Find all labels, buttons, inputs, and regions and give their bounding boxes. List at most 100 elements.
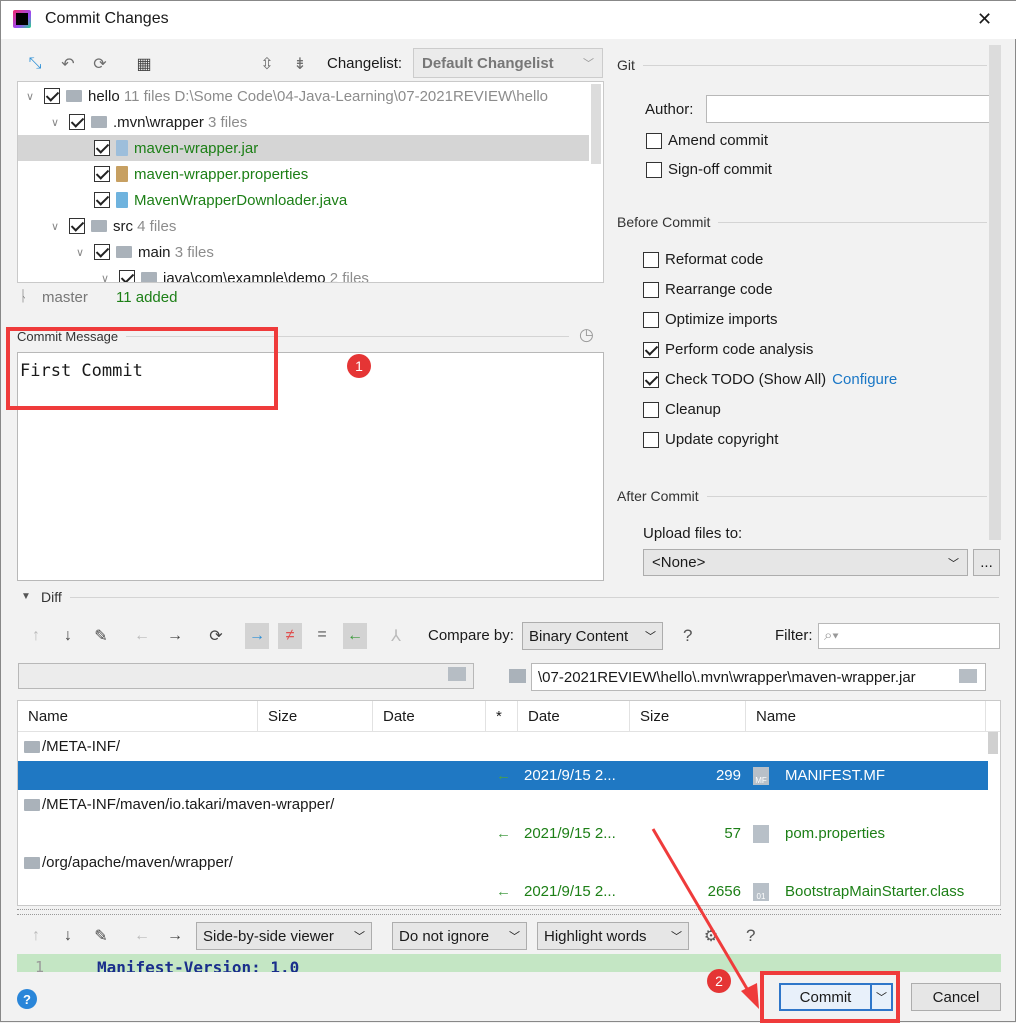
file-row[interactable]: ← 2021/9/15 2... 57 pom.properties: [18, 819, 988, 848]
whitespace-dropdown[interactable]: Do not ignore ﹀: [392, 922, 527, 950]
chevron-down-icon[interactable]: ∨: [76, 246, 94, 259]
changelist-dropdown[interactable]: Default Changelist ﹀: [413, 48, 603, 78]
collapse-all-icon[interactable]: ⇟: [288, 52, 312, 76]
table-scrollbar[interactable]: [988, 732, 998, 754]
option-checkbox[interactable]: [643, 431, 659, 448]
refresh-icon[interactable]: ⟳: [88, 52, 112, 76]
tree-item[interactable]: maven-wrapper.jar: [18, 135, 589, 161]
right-path-field[interactable]: \07-2021REVIEW\hello\.mvn\wrapper\maven-…: [531, 663, 986, 691]
equal-icon[interactable]: =: [310, 623, 334, 647]
tree-checkbox[interactable]: [44, 88, 60, 104]
tree-scrollbar[interactable]: [591, 84, 601, 164]
right-panel-scrollbar[interactable]: [989, 45, 1001, 540]
next-diff-icon[interactable]: ↓: [56, 624, 80, 648]
tree-checkbox[interactable]: [119, 270, 135, 282]
tree-checkbox[interactable]: [94, 140, 110, 156]
merge-icon[interactable]: ⅄: [384, 624, 408, 648]
column-header[interactable]: Date: [373, 701, 486, 731]
column-header[interactable]: Date: [518, 701, 630, 731]
tree-item[interactable]: ∨ java\com\example\demo 2 files: [18, 265, 589, 283]
prev-diff-icon[interactable]: ↑: [24, 624, 48, 648]
column-header[interactable]: Name: [18, 701, 258, 731]
chevron-down-icon[interactable]: ∨: [101, 272, 119, 283]
tree-checkbox[interactable]: [94, 192, 110, 208]
before-commit-option[interactable]: Cleanup: [643, 401, 721, 418]
tree-item[interactable]: ∨ hello 11 files D:\Some Code\04-Java-Lea…: [18, 83, 589, 109]
diff-toggle-icon[interactable]: ▼: [21, 591, 31, 602]
upload-more-button[interactable]: ...: [973, 549, 1000, 576]
edit-icon[interactable]: ✎: [89, 624, 113, 648]
collapse-arrows-icon[interactable]: ⤡: [23, 52, 47, 76]
refresh-diff-icon[interactable]: ⟳: [204, 624, 228, 648]
option-checkbox[interactable]: [643, 401, 659, 418]
tree-item[interactable]: ∨ .mvn\wrapper 3 files: [18, 109, 589, 135]
undo-icon[interactable]: ↶: [56, 52, 80, 76]
left-path-field[interactable]: [18, 663, 474, 689]
option-checkbox[interactable]: [643, 311, 659, 328]
folder-row[interactable]: /org/apache/maven/wrapper/: [18, 848, 988, 877]
forward-icon[interactable]: →: [163, 924, 187, 948]
close-button[interactable]: ✕: [977, 9, 992, 30]
chevron-down-icon[interactable]: ∨: [51, 220, 69, 233]
back-icon[interactable]: ←: [130, 924, 154, 948]
history-icon[interactable]: ◷: [579, 325, 594, 345]
prev-diff-icon[interactable]: ↑: [24, 924, 48, 948]
tree-item[interactable]: maven-wrapper.properties: [18, 161, 589, 187]
changes-tree[interactable]: ∨ hello 11 files D:\Some Code\04-Java-Lea…: [17, 81, 604, 283]
show-left-icon[interactable]: ←: [343, 623, 367, 649]
option-label: Rearrange code: [665, 281, 773, 298]
file-row[interactable]: ← 2021/9/15 2... 299 MF MANIFEST.MF: [18, 761, 988, 790]
viewer-dropdown[interactable]: Side-by-side viewer ﹀: [196, 922, 372, 950]
tree-checkbox[interactable]: [69, 218, 85, 234]
option-checkbox[interactable]: [643, 281, 659, 298]
tree-checkbox[interactable]: [69, 114, 85, 130]
column-header[interactable]: Size: [258, 701, 373, 731]
configure-link[interactable]: Configure: [832, 371, 897, 388]
upload-dropdown[interactable]: <None> ﹀: [643, 549, 968, 576]
chevron-down-icon[interactable]: ∨: [51, 116, 69, 129]
column-header[interactable]: *: [486, 701, 518, 731]
splitter[interactable]: [17, 909, 1001, 915]
tree-item[interactable]: ∨ main 3 files: [18, 239, 589, 265]
back-icon[interactable]: ←: [130, 624, 154, 648]
expand-all-icon[interactable]: ⇳: [255, 52, 279, 76]
folder-row[interactable]: /META-INF/: [18, 732, 988, 761]
column-header[interactable]: Size: [630, 701, 746, 731]
compare-by-dropdown[interactable]: Binary Content ﹀: [522, 622, 663, 650]
option-checkbox[interactable]: [643, 341, 659, 358]
tree-checkbox[interactable]: [94, 244, 110, 260]
before-commit-option[interactable]: Update copyright: [643, 431, 778, 448]
right-folder-icon[interactable]: [959, 669, 977, 683]
before-commit-option[interactable]: Reformat code: [643, 251, 763, 268]
tree-checkbox[interactable]: [94, 166, 110, 182]
tree-item[interactable]: MavenWrapperDownloader.java: [18, 187, 589, 213]
before-commit-option[interactable]: Perform code analysis: [643, 341, 813, 358]
not-equal-icon[interactable]: ≠: [278, 623, 302, 649]
cancel-button[interactable]: Cancel: [911, 983, 1001, 1011]
column-header[interactable]: Name: [746, 701, 986, 731]
tree-item[interactable]: ∨ src 4 files: [18, 213, 589, 239]
file-row[interactable]: ← 2021/9/15 2... 2656 01 BootstrapMainStarte…: [18, 877, 988, 905]
help-icon[interactable]: ?: [683, 626, 692, 646]
show-right-icon[interactable]: →: [245, 623, 269, 649]
group-by-icon[interactable]: ▦: [132, 52, 156, 76]
option-checkbox[interactable]: [643, 251, 659, 268]
filter-input[interactable]: ⌕▾: [818, 623, 1000, 649]
before-commit-option[interactable]: Rearrange code: [643, 281, 773, 298]
chevron-down-icon[interactable]: ∨: [26, 90, 44, 103]
before-commit-option[interactable]: Check TODO (Show All) Configure: [643, 371, 897, 388]
before-commit-option[interactable]: Optimize imports: [643, 311, 778, 328]
diff-editor[interactable]: 1 Manifest-Version: 1.0: [17, 954, 1001, 972]
edit-icon[interactable]: ✎: [89, 924, 113, 948]
folder-row[interactable]: /META-INF/maven/io.takari/maven-wrapper/: [18, 790, 988, 819]
option-checkbox[interactable]: [643, 371, 659, 388]
signoff-commit-checkbox[interactable]: Sign-off commit: [646, 161, 772, 178]
amend-commit-checkbox[interactable]: Amend commit: [646, 132, 768, 149]
diff-table[interactable]: Name Size Date * Date Size Name/META-INF/← 2021…: [17, 700, 1001, 906]
next-diff-icon[interactable]: ↓: [56, 924, 80, 948]
folder-path: /org/apache/maven/wrapper/: [42, 854, 233, 871]
forward-icon[interactable]: →: [163, 624, 187, 648]
left-folder-icon[interactable]: [448, 667, 466, 681]
author-input[interactable]: [706, 95, 998, 123]
help-button[interactable]: ?: [17, 989, 37, 1009]
